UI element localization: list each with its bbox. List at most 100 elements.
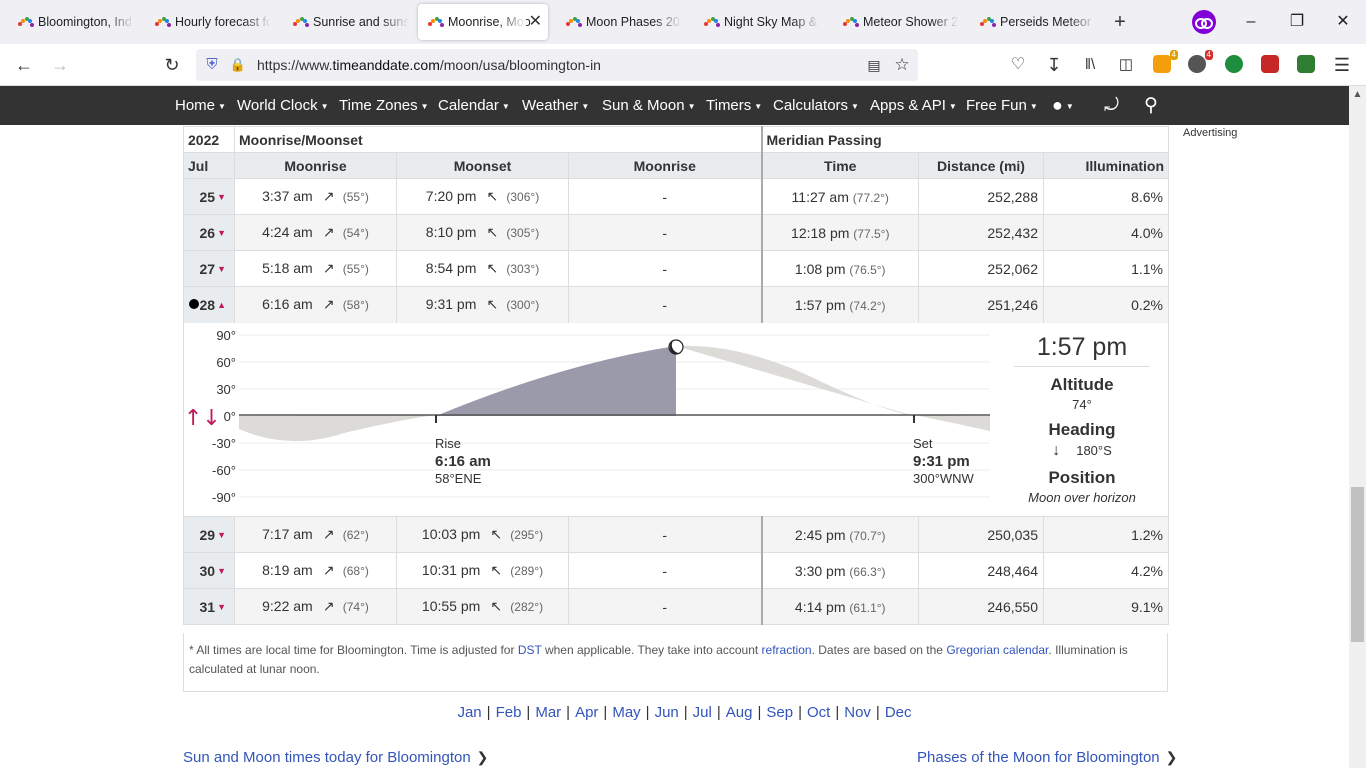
gregorian-calendar-link[interactable]: Gregorian calendar <box>946 643 1048 657</box>
day-cell[interactable]: 28 ▲ <box>183 286 235 323</box>
moonrise-cell: 4:24 am ↗ (54°) <box>234 214 397 251</box>
month-link-feb[interactable]: Feb <box>496 704 522 721</box>
month-link-jun[interactable]: Jun <box>655 704 679 721</box>
chevron-down-icon[interactable]: ▼ <box>217 530 226 540</box>
extension-dark-icon[interactable]: 4 <box>1188 50 1213 73</box>
month-link-sep[interactable]: Sep <box>766 704 793 721</box>
chevron-down-icon[interactable]: ▼ <box>217 566 226 576</box>
moonset-column-header: Moonset <box>396 152 569 179</box>
browser-tab[interactable]: Meteor Shower 20 <box>833 4 959 40</box>
account-icon[interactable]: ● ▼ <box>1052 86 1074 126</box>
month-link-dec[interactable]: Dec <box>885 704 912 721</box>
day-cell[interactable]: 26 ▼ <box>183 214 235 251</box>
nav-item-home[interactable]: Home ▼ <box>175 86 226 126</box>
month-link-may[interactable]: May <box>612 704 640 721</box>
timeanddate-favicon-icon <box>293 16 309 28</box>
tracking-shield-icon[interactable]: ⛨ <box>200 53 224 77</box>
chevron-up-icon[interactable]: ▲ <box>217 300 226 310</box>
dst-link[interactable]: DST <box>518 643 542 657</box>
day-row[interactable]: 25 ▼ 3:37 am ↗ (55°) 7:20 pm ↖ (306°) - 11:27 am … <box>183 178 1170 215</box>
browser-tab[interactable]: Moon Phases 202 <box>556 4 682 40</box>
chevron-down-icon: ▼ <box>851 101 859 111</box>
extension-green-circle-icon[interactable] <box>1225 55 1243 73</box>
url-text[interactable]: https://www.timeanddate.com/moon/usa/blo… <box>257 49 601 81</box>
browser-tab[interactable]: Night Sky Map & <box>694 4 820 40</box>
moonset-time: 10:03 pm <box>421 526 481 542</box>
menu-icon[interactable]: ☰ <box>1330 53 1354 77</box>
reload-icon[interactable]: ↻ <box>160 53 184 77</box>
browser-tab[interactable]: Bloomington, Ind <box>8 4 134 40</box>
refraction-link[interactable]: refraction <box>762 643 812 657</box>
extension-orange-icon[interactable]: 4 <box>1153 50 1178 73</box>
chevron-down-icon[interactable]: ▼ <box>217 192 226 202</box>
nav-item-free-fun[interactable]: Free Fun ▼ <box>966 86 1038 126</box>
month-link-nov[interactable]: Nov <box>844 704 871 721</box>
scroll-up-icon[interactable]: ▲ <box>1349 86 1366 103</box>
time-column-header: Time <box>760 152 919 179</box>
month-link-oct[interactable]: Oct <box>807 704 830 721</box>
y-tick-30: 30° <box>216 382 236 397</box>
minimize-icon[interactable]: – <box>1236 8 1266 36</box>
browser-tab[interactable]: Perseids Meteor S <box>970 4 1096 40</box>
nav-item-world-clock[interactable]: World Clock ▼ <box>237 86 329 126</box>
month-link-jan[interactable]: Jan <box>457 704 481 721</box>
browser-tab[interactable]: Hourly forecast fo <box>145 4 271 40</box>
chevron-down-icon[interactable]: ▼ <box>217 264 226 274</box>
close-window-icon[interactable]: ✕ <box>1328 8 1358 36</box>
day-cell[interactable]: 29 ▼ <box>183 516 235 553</box>
day-cell[interactable]: 31 ▼ <box>183 588 235 625</box>
tab-bar: Bloomington, Ind Hourly forecast fo Sunris… <box>0 0 1366 44</box>
month-link-mar[interactable]: Mar <box>535 704 561 721</box>
sun-moon-today-link[interactable]: Sun and Moon times today for Bloomington… <box>183 749 488 766</box>
close-tab-icon[interactable]: ✕ <box>529 4 542 40</box>
nav-item-calculators[interactable]: Calculators ▼ <box>773 86 859 126</box>
browser-tab[interactable]: Sunrise and sunse <box>283 4 409 40</box>
reader-view-icon[interactable]: ▤ <box>862 53 886 77</box>
day-cell[interactable]: 27 ▼ <box>183 250 235 287</box>
nav-item-calendar[interactable]: Calendar ▼ <box>438 86 510 126</box>
share-icon[interactable]: ⤾ <box>1104 86 1119 125</box>
lock-icon[interactable]: 🔒 <box>226 53 250 77</box>
extension-green-icon[interactable] <box>1297 55 1315 73</box>
day-row[interactable]: 30 ▼ 8:19 am ↗ (68°) 10:31 pm ↖ (289°) - 3:30 pm … <box>183 552 1170 589</box>
nav-item-weather[interactable]: Weather ▼ <box>522 86 589 126</box>
nav-item-apps-api[interactable]: Apps & API ▼ <box>870 86 957 126</box>
nav-item-sun-moon[interactable]: Sun & Moon ▼ <box>602 86 695 126</box>
selected-day-row[interactable]: 28 ▲ 6:16 am ↗ (58°) 9:31 pm ↖ (300°) - 1:57 pm (… <box>183 286 1170 323</box>
month-link-jul[interactable]: Jul <box>693 704 712 721</box>
pocket-icon[interactable]: ♡ <box>1006 53 1030 77</box>
bookmark-star-icon[interactable]: ☆ <box>890 53 914 77</box>
current-time: 1:57 pm <box>1014 333 1150 367</box>
back-icon[interactable]: ← <box>12 53 36 77</box>
day-row[interactable]: 26 ▼ 4:24 am ↗ (54°) 8:10 pm ↖ (305°) - 12:18 pm … <box>183 214 1170 251</box>
month-link-aug[interactable]: Aug <box>726 704 753 721</box>
scrollbar-thumb[interactable] <box>1351 487 1364 642</box>
nav-item-timers[interactable]: Timers ▼ <box>706 86 762 126</box>
y-tick-0: 0° <box>224 409 236 424</box>
day-row[interactable]: 27 ▼ 5:18 am ↗ (55°) 8:54 pm ↖ (303°) - 1:08 pm (… <box>183 250 1170 287</box>
position-value: Moon over horizon <box>1028 489 1136 505</box>
url-bar[interactable]: ⛨ 🔒 https://www.timeanddate.com/moon/usa… <box>196 49 918 81</box>
day-row[interactable]: 29 ▼ 7:17 am ↗ (62°) 10:03 pm ↖ (295°) - 2:45 pm … <box>183 516 1170 553</box>
search-icon[interactable]: ⚲ <box>1144 86 1158 125</box>
forward-icon[interactable]: → <box>48 53 72 77</box>
page-scrollbar[interactable]: ▲ <box>1349 86 1366 768</box>
day-row[interactable]: 31 ▼ 9:22 am ↗ (74°) 10:55 pm ↖ (282°) - 4:14 pm … <box>183 588 1170 625</box>
nav-item-time-zones[interactable]: Time Zones ▼ <box>339 86 429 126</box>
month-links: Jan | Feb | Mar | Apr | May | Jun | Jul | Aug | Sep | Oct |… <box>0 704 1366 721</box>
month-link-apr[interactable]: Apr <box>575 704 598 721</box>
extension-red-icon[interactable] <box>1261 55 1279 73</box>
new-tab-button[interactable]: + <box>1110 8 1130 36</box>
browser-tab[interactable]: Moonrise, Moo ✕ <box>418 4 548 40</box>
restore-icon[interactable]: ❐ <box>1282 8 1312 36</box>
moon-phases-link[interactable]: Phases of the Moon for Bloomington ❯ <box>917 749 1177 766</box>
downloads-icon[interactable]: ↧ <box>1042 53 1066 77</box>
moonrise2-column-header: Moonrise <box>568 152 762 179</box>
library-icon[interactable]: ‖\ <box>1078 53 1102 77</box>
day-cell[interactable]: 30 ▼ <box>183 552 235 589</box>
chevron-down-icon[interactable]: ▼ <box>217 228 226 238</box>
y-tick-minus90: -90° <box>212 490 236 505</box>
chevron-down-icon[interactable]: ▼ <box>217 602 226 612</box>
day-cell[interactable]: 25 ▼ <box>183 178 235 215</box>
sidebar-icon[interactable]: ◫ <box>1114 53 1138 77</box>
